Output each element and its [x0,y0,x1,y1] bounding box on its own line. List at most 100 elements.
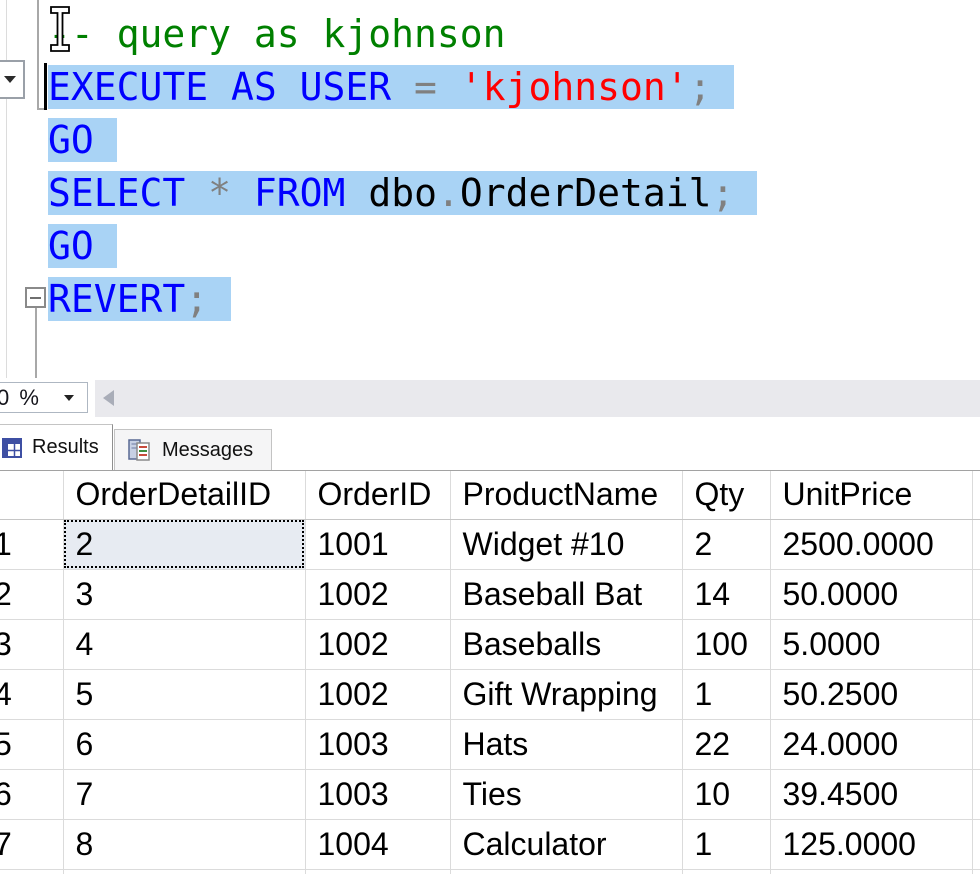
grid-cell[interactable]: 100 [681,618,771,670]
grid-cell[interactable]: 14 [681,568,771,620]
row-header-5[interactable]: 5 [0,718,64,770]
grid-cell[interactable]: Widget #10 [449,518,683,570]
code-token: -- query as kjohnson [48,12,506,56]
grid-cell[interactable]: 2500.0000 [769,518,973,570]
row-number: 2 [0,576,12,613]
row-header-7[interactable]: 7 [0,818,64,870]
sql-editor-pane[interactable]: -- query as kjohnson EXECUTE AS USER = 'k… [0,0,980,378]
text-caret [44,63,47,110]
results-grid-pane: OrderDetailID OrderID ProductName Qty UnitPr… [0,470,980,874]
grid-cell[interactable]: Calculator [449,818,683,870]
collapse-region-button[interactable] [25,287,46,308]
grid-cell[interactable]: 1 [681,818,771,870]
grid-cell[interactable]: Hats [449,718,683,770]
zoom-control[interactable]: 0 % [0,382,88,413]
chevron-down-icon [4,76,16,83]
zoom-value: 0 % [0,384,41,410]
tab-results[interactable]: Results [0,424,113,470]
code-token: OrderDetail [459,171,712,215]
row-header-3[interactable]: 3 [0,618,64,670]
grid-cell[interactable]: 1003 [304,718,451,770]
column-header-productname[interactable]: ProductName [449,471,683,520]
row-header-1[interactable]: 1 [0,518,64,570]
code-token: dbo [368,171,437,215]
scroll-left-arrow-icon[interactable] [103,390,114,406]
row-header-6[interactable]: 6 [0,768,64,820]
row-header-2[interactable]: 2 [0,568,64,620]
grid-cell[interactable]: 50.0000 [769,568,973,620]
horizontal-scrollbar[interactable] [95,380,980,417]
grid-cell[interactable]: 7 [62,768,306,820]
grid-cell-empty[interactable] [0,868,64,874]
minus-icon [30,296,41,299]
row-spacer [971,568,980,620]
ibeam-cursor [50,6,70,52]
column-header-unitprice[interactable]: UnitPrice [769,471,973,520]
grid-cell[interactable]: Ties [449,768,683,820]
code-line-2[interactable]: EXECUTE AS USER = 'kjohnson'; [48,61,757,114]
grid-cell[interactable]: 50.2500 [769,668,973,720]
grid-cell[interactable]: 2 [681,518,771,570]
row-number: 7 [0,826,12,863]
grid-cell-empty[interactable] [681,868,771,874]
grid-cell[interactable]: 1004 [304,818,451,870]
table-row: 5 61003Hats2224.0000 [0,718,980,770]
table-row: 3 41002Baseballs1005.0000 [0,618,980,670]
grid-cell[interactable]: 1002 [304,568,451,620]
code-token: . [436,171,460,215]
grid-cell[interactable]: Baseballs [449,618,683,670]
table-row: 7 81004Calculator1125.0000 [0,818,980,870]
code-token: GO [48,118,94,162]
grid-cell-empty[interactable] [449,868,683,874]
grid-cell-empty[interactable] [62,868,306,874]
code-line-1[interactable]: -- query as kjohnson [48,8,757,61]
grid-cell[interactable]: 1002 [304,668,451,720]
code-token: ; [185,277,209,321]
code-token: GO [48,224,94,268]
tab-messages[interactable]: Messages [114,429,272,470]
grid-cell[interactable]: 22 [681,718,771,770]
grid-cell[interactable]: 24.0000 [769,718,973,770]
grid-cell[interactable]: 5 [62,668,306,720]
code-token: EXECUTE AS USER [48,65,415,109]
column-header-qty[interactable]: Qty [681,471,771,520]
grid-cell[interactable]: 125.0000 [769,818,973,870]
grid-cell[interactable]: Baseball Bat [449,568,683,620]
results-tabstrip: Results Messages [0,424,980,470]
code-line-3[interactable]: GO [48,114,757,167]
grid-cell[interactable]: 5.0000 [769,618,973,670]
header-spacer [971,471,980,520]
column-header-orderid[interactable]: OrderID [304,471,451,520]
row-spacer [971,668,980,720]
grid-cell[interactable]: Gift Wrapping [449,668,683,720]
editor-left-border [6,0,7,378]
grid-cell-empty[interactable] [304,868,451,874]
chevron-down-icon [64,395,74,401]
code-line-5[interactable]: GO [48,220,757,273]
grid-cell[interactable]: 39.4500 [769,768,973,820]
grid-cell[interactable]: 1001 [304,518,451,570]
grid-cell[interactable]: 8 [62,818,306,870]
grid-cell[interactable]: 4 [62,618,306,670]
grid-cell[interactable]: 10 [681,768,771,820]
grid-cell[interactable]: 6 [62,718,306,770]
table-row: 121001Widget #1022500.0000 [0,518,980,570]
row-header-corner[interactable] [0,471,64,520]
grid-cell[interactable]: 3 [62,568,306,620]
grid-cell[interactable]: 1003 [304,768,451,820]
code-token: * [208,171,254,215]
code-area[interactable]: -- query as kjohnson EXECUTE AS USER = 'k… [48,8,758,326]
grid-cell-empty[interactable] [971,868,980,874]
code-token: 'kjohnson' [459,65,689,109]
grid-cell[interactable]: 1002 [304,618,451,670]
column-header-orderdetailid[interactable]: OrderDetailID [62,471,306,520]
row-header-4[interactable]: 4 [0,668,64,720]
code-line-6[interactable]: REVERT; [48,273,757,326]
grid-cell-selected[interactable]: 2 [62,518,306,570]
grid-cell[interactable]: 1 [681,668,771,720]
editor-dropdown[interactable] [0,60,25,99]
code-token: SELECT [48,171,209,215]
table-row-partial [0,868,980,874]
grid-cell-empty[interactable] [769,868,973,874]
code-line-4[interactable]: SELECT * FROM dbo.OrderDetail; [48,167,758,220]
